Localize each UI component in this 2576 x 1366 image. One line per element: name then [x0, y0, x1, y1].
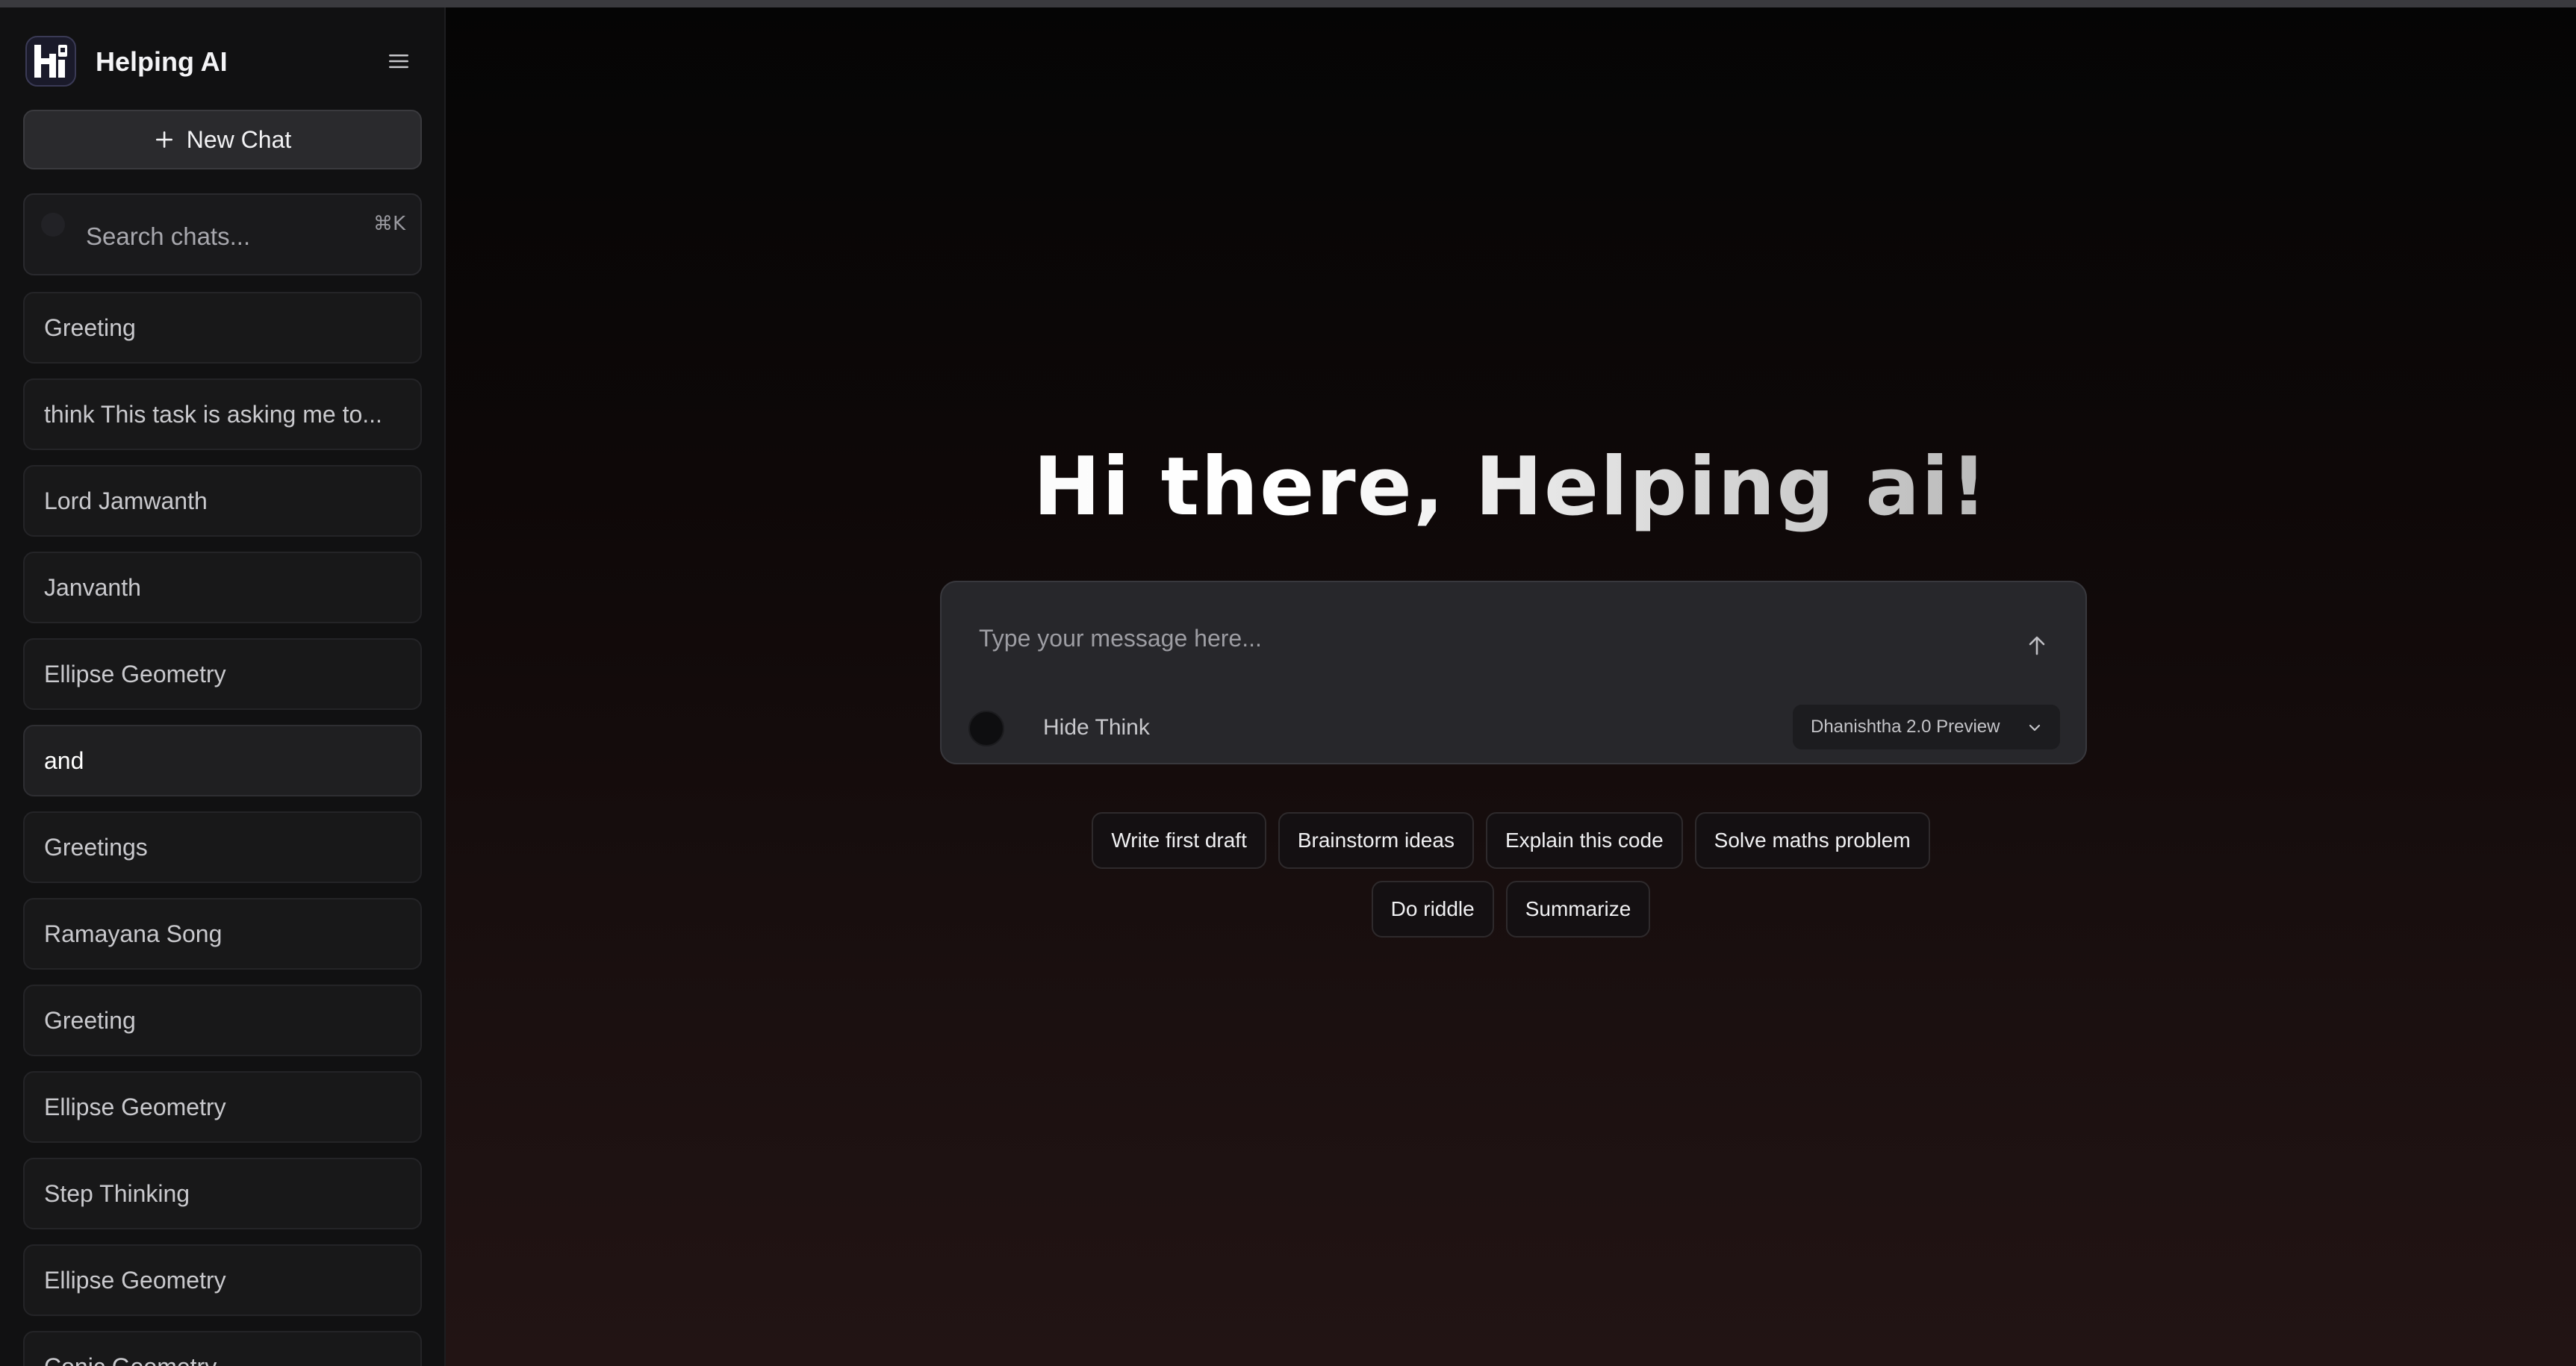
chat-history-item[interactable]: Lord Jamwanth [23, 465, 422, 537]
chat-history-item[interactable]: Greeting [23, 292, 422, 364]
chat-history-title: Ellipse Geometry [44, 1093, 226, 1120]
chat-history-title: Ramayana Song [44, 920, 223, 947]
chat-history-title: Janvanth [44, 573, 141, 601]
suggestion-chip[interactable]: Summarize [1505, 881, 1651, 938]
chat-history-title: Step Thinking [44, 1179, 190, 1207]
window-top-bar [0, 0, 2576, 7]
chat-history-title: Ellipse Geometry [44, 660, 226, 687]
suggestion-chip[interactable]: Brainstorm ideas [1278, 812, 1474, 869]
chat-history-item[interactable]: Janvanth [23, 552, 422, 623]
arrow-up-icon [2029, 636, 2045, 655]
brand-header: Helping AI [25, 33, 421, 90]
suggestion-chip[interactable]: Explain this code [1485, 812, 1683, 869]
chat-history-item[interactable]: Ellipse Geometry [23, 1244, 422, 1316]
chat-history-item[interactable]: and [23, 725, 422, 796]
send-button[interactable] [2018, 627, 2056, 664]
suggestion-chip[interactable]: Solve maths problem [1694, 812, 1930, 869]
chat-history-list: Greeting think This task is asking me to.… [23, 292, 422, 1366]
suggestion-row: Write first draft Brainstorm ideas Explain… [446, 812, 2576, 869]
suggestion-row: Do riddle Summarize [446, 881, 2576, 938]
app-name: Helping AI [96, 46, 228, 77]
chat-history-title: Greeting [44, 1006, 136, 1034]
search-shortcut-hint: ⌘K [373, 213, 405, 235]
chat-history-item[interactable]: Ellipse Geometry [23, 638, 422, 710]
search-input[interactable] [84, 210, 371, 263]
chat-history-item[interactable]: Ellipse Geometry [23, 1071, 422, 1143]
main-panel: Hi there, Helping ai! Hide Think Dhanish… [446, 7, 2576, 1366]
search-box[interactable]: ⌘K [23, 193, 422, 275]
chat-history-item[interactable]: Ramayana Song [23, 898, 422, 970]
new-chat-label: New Chat [186, 125, 292, 153]
hamburger-menu-icon [389, 54, 408, 69]
chat-history-item[interactable]: think This task is asking me to... [23, 378, 422, 450]
message-input[interactable] [977, 615, 1951, 661]
hide-think-toggle[interactable] [968, 711, 1004, 746]
search-icon [41, 213, 65, 237]
suggestion-chips: Write first draft Brainstorm ideas Explain… [446, 812, 2576, 949]
chat-history-item[interactable]: Greetings [23, 811, 422, 883]
hide-think-label: Hide Think [1043, 715, 1150, 740]
suggestion-chip[interactable]: Do riddle [1371, 881, 1494, 938]
chevron-down-icon [2029, 724, 2041, 732]
chat-history-title: Greetings [44, 833, 148, 861]
chat-history-title: Lord Jamwanth [44, 487, 208, 514]
model-selector-value: Dhanishtha 2.0 Preview [1811, 717, 2000, 737]
chat-history-title: Greeting [44, 314, 136, 341]
chat-history-item[interactable]: Conic Geometry [23, 1331, 422, 1366]
greeting-heading: Hi there, Helping ai! [446, 440, 2576, 534]
chat-history-item[interactable]: Step Thinking [23, 1158, 422, 1229]
chat-history-title: Ellipse Geometry [44, 1266, 226, 1294]
plus-icon [155, 131, 172, 148]
chat-history-title: and [44, 746, 84, 774]
message-composer: Hide Think Dhanishtha 2.0 Preview [940, 581, 2087, 764]
new-chat-button[interactable]: New Chat [23, 110, 422, 169]
suggestion-chip[interactable]: Write first draft [1092, 812, 1266, 869]
chat-history-title: Conic Geometry [44, 1353, 217, 1366]
chat-history-item[interactable]: Greeting [23, 985, 422, 1056]
sidebar: Helping AI New Chat ⌘K Greeting think Thi… [0, 7, 446, 1366]
chat-history-title: think This task is asking me to... [44, 400, 382, 428]
app-logo [25, 36, 76, 87]
sidebar-menu-button[interactable] [384, 46, 414, 76]
model-selector[interactable]: Dhanishtha 2.0 Preview [1793, 705, 2060, 749]
